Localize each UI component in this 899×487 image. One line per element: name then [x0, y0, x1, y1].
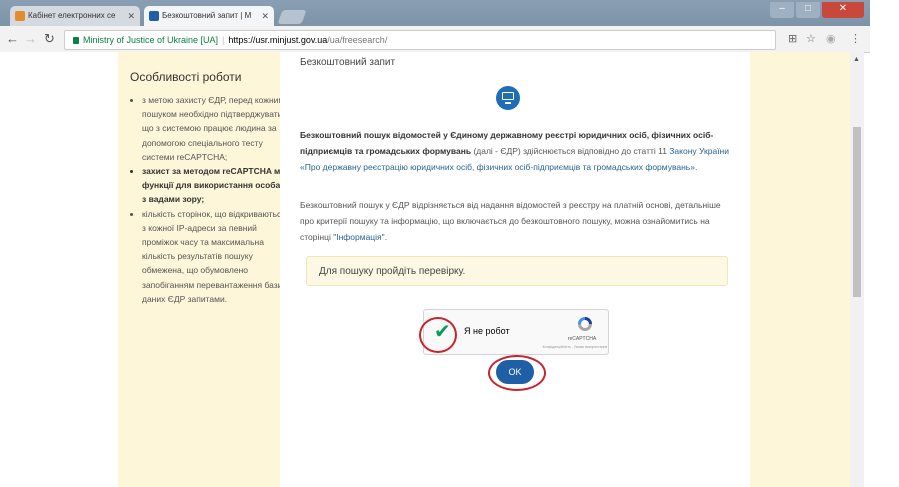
url-input[interactable]: Ministry of Justice of Ukraine [UA] | http… [64, 30, 776, 50]
page-margin [0, 52, 118, 487]
scroll-up-icon[interactable]: ▲ [853, 56, 860, 63]
intro-text: (далі - ЄДР) здійснюється відповідно до … [471, 146, 670, 156]
info-paragraph: Безкоштовний пошук у ЄДР відрізняється в… [300, 200, 721, 242]
list-item: кількість сторінок, що відкриваються з к… [142, 207, 292, 306]
list-item: захист за методом reCAPTCHA має функції … [142, 164, 292, 207]
recaptcha-logo-icon [578, 317, 592, 331]
annotation-circle [488, 355, 546, 391]
information-link[interactable]: "Інформація" [333, 232, 384, 242]
address-toolbar: ← → ↻ Ministry of Justice of Ukraine [UA… [0, 26, 870, 53]
extension-icon[interactable]: ◉ [826, 32, 836, 45]
sidebar-title: Особливості роботи [130, 70, 242, 84]
right-margin-panel [750, 52, 850, 487]
sidebar: Особливості роботи з метою захисту ЄДР, … [118, 52, 292, 487]
recaptcha-brand: reCAPTCHA [567, 336, 597, 342]
tab-free-search[interactable]: Безкоштовний запит | М ✕ [144, 6, 274, 26]
annotation-circle [419, 317, 457, 353]
close-tab-icon[interactable]: ✕ [127, 6, 135, 26]
list-item: з метою захисту ЄДР, перед кожним пошуко… [142, 93, 292, 164]
scroll-thumb[interactable] [853, 127, 861, 297]
security-label: Ministry of Justice of Ukraine [UA] [83, 35, 219, 45]
new-tab-button[interactable] [277, 10, 307, 24]
close-window-icon[interactable]: ✕ [822, 2, 864, 18]
main-content: Безкоштовний запит Безкоштовний пошук ві… [280, 52, 750, 487]
url-path: /ua/freesearch/ [327, 35, 388, 45]
reload-icon[interactable]: ↻ [44, 31, 55, 47]
menu-icon[interactable]: ⋮ [850, 32, 861, 45]
close-tab-icon[interactable]: ✕ [261, 6, 269, 26]
favicon-icon [149, 11, 159, 21]
forward-arrow-icon[interactable]: → [24, 31, 37, 47]
sidebar-list: з метою захисту ЄДР, перед кожним пошуко… [126, 93, 292, 306]
minimize-icon[interactable]: – [770, 2, 794, 18]
translate-icon[interactable]: ⊞ [788, 32, 797, 45]
star-icon[interactable]: ☆ [806, 32, 816, 45]
tab-cabinet[interactable]: Кабінет електронних се ✕ [10, 6, 140, 26]
page-title: Безкоштовний запит [300, 57, 396, 68]
url-host: https://usr.minjust.gov.ua [228, 35, 328, 45]
recaptcha-label: Я не робот [464, 326, 510, 336]
back-arrow-icon[interactable]: ← [6, 31, 19, 47]
monitor-icon [496, 86, 520, 110]
page-scrollbar[interactable]: ▲ [850, 52, 864, 487]
tab-label: Кабінет електронних се [28, 11, 116, 20]
lock-icon [73, 37, 79, 44]
favicon-icon [15, 11, 25, 21]
tab-label: Безкоштовний запит | М [162, 11, 252, 20]
maximize-icon[interactable]: □ [796, 2, 820, 18]
intro-paragraph: Безкоштовний пошук відомостей у Єдиному … [300, 127, 730, 175]
browser-tab-bar: Кабінет електронних се ✕ Безкоштовний за… [0, 0, 870, 26]
verification-notice: Для пошуку пройдіть перевірку. [306, 256, 728, 286]
recaptcha-terms[interactable]: Конфіденційність - Умови використання [542, 345, 608, 349]
